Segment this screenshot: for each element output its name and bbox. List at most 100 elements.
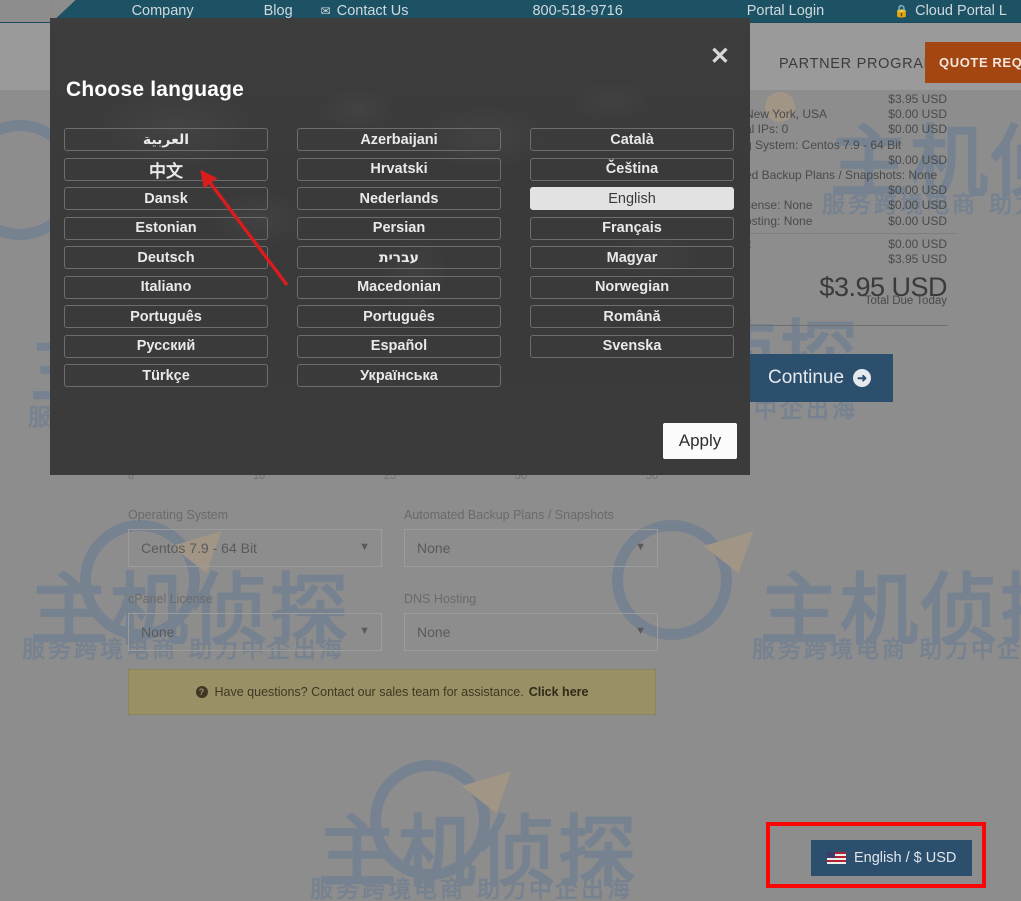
summary-row-amount: $0.00 USD <box>888 198 947 213</box>
language-option-norwegian[interactable]: Norwegian <box>530 275 734 299</box>
apply-button[interactable]: Apply <box>663 423 737 459</box>
configuration-form: Operating System Centos 7.9 - 64 Bit ▼ c… <box>128 508 658 651</box>
summary-row: $0.00 USD <box>745 153 957 168</box>
summary-row-label: cense: None <box>745 199 813 213</box>
language-option-portugues[interactable]: Português <box>64 305 268 328</box>
summary-row-amount: $0.00 USD <box>888 183 947 198</box>
summary-row-label: al IPs: 0 <box>745 123 789 137</box>
language-option-chinese[interactable]: 中文 <box>64 157 268 182</box>
language-option-portugues-br[interactable]: Português <box>297 305 501 328</box>
summary-row-label: g System: Centos 7.9 - 64 Bit <box>745 138 902 152</box>
form-column-left: Operating System Centos 7.9 - 64 Bit ▼ c… <box>128 508 382 651</box>
operating-system-select[interactable]: Centos 7.9 - 64 Bit ▼ <box>128 529 382 567</box>
language-option-estonian[interactable]: Estonian <box>64 216 268 240</box>
language-option-magyar[interactable]: Magyar <box>530 246 734 269</box>
summary-row-amount: $0.00 USD <box>888 122 947 137</box>
language-option-persian[interactable]: Persian <box>297 216 501 240</box>
dns-hosting-select[interactable]: None ▼ <box>404 613 658 651</box>
language-currency-label: English / $ USD <box>854 850 957 866</box>
summary-row-label: New York, USA <box>745 108 828 122</box>
summary-row-amount: $3.95 USD <box>888 252 947 267</box>
close-icon[interactable]: ✕ <box>710 45 730 69</box>
summary-row-label: ed Backup Plans / Snapshots: None <box>745 169 938 183</box>
language-option-turkce[interactable]: Türkçe <box>64 364 268 387</box>
language-option-hrvatski[interactable]: Hrvatski <box>297 157 501 181</box>
language-option-macedonian[interactable]: Macedonian <box>297 275 501 299</box>
summary-row: cense: None $0.00 USD <box>745 198 957 213</box>
language-currency-button[interactable]: English / $ USD <box>811 840 973 876</box>
summary-footer-row: t: $0.00 USD <box>745 237 957 252</box>
backup-plans-value: None <box>417 540 451 556</box>
language-option-arabic[interactable]: العربية <box>64 128 268 151</box>
arrow-right-icon: ➜ <box>853 369 872 387</box>
summary-row: g System: Centos 7.9 - 64 Bit <box>745 138 957 153</box>
form-column-right: Automated Backup Plans / Snapshots None … <box>404 508 658 651</box>
language-option-russian[interactable]: Русский <box>64 334 268 358</box>
question-circle-icon: ? <box>195 686 208 698</box>
nav-item-cloud-portal-login[interactable]: 🔒 Cloud Portal L <box>880 0 1021 22</box>
dns-hosting-value: None <box>417 624 451 640</box>
language-currency-annotation-box: English / $ USD <box>766 822 986 888</box>
summary-row-amount: $0.00 USD <box>888 236 947 251</box>
sales-help-banner: ? Have questions? Contact our sales team… <box>128 669 656 715</box>
summary-row: New York, USA $0.00 USD <box>745 107 957 122</box>
page-root: 主机侦探 服务跨境电商 助力中企出海 主机侦探 服务跨境电商 助力中企出海 主机… <box>0 0 1021 901</box>
lock-icon: 🔒 <box>894 4 910 18</box>
summary-bottom-rule <box>750 325 948 326</box>
language-option-english[interactable]: English <box>530 187 734 210</box>
language-option-deutsch[interactable]: Deutsch <box>64 246 268 269</box>
language-option-dansk[interactable]: Dansk <box>64 187 268 210</box>
language-option-catala[interactable]: Català <box>530 128 734 151</box>
summary-row: $3.95 USD <box>745 92 957 107</box>
sales-help-text: Have questions? Contact our sales team f… <box>214 685 524 699</box>
chevron-down-icon: ▼ <box>635 540 646 553</box>
summary-footer-row: $3.95 USD <box>745 252 957 267</box>
partner-program-link[interactable]: PARTNER PROGRAM <box>779 56 936 72</box>
summary-row-amount: $0.00 USD <box>888 213 947 228</box>
language-option-romana[interactable]: Română <box>530 305 734 328</box>
nav-left-spacer <box>0 0 53 22</box>
us-flag-icon <box>827 852 846 864</box>
language-option-nederlands[interactable]: Nederlands <box>297 187 501 210</box>
cpanel-license-value: None <box>141 624 175 640</box>
summary-row-amount: $0.00 USD <box>888 152 947 167</box>
language-option-cestina[interactable]: Čeština <box>530 157 734 181</box>
language-column-1: العربية 中文 Dansk Estonian Deutsch Italia… <box>64 128 268 387</box>
sales-help-link[interactable]: Click here <box>529 685 589 699</box>
summary-row-amount: $3.95 USD <box>888 92 947 106</box>
language-column-3: Català Čeština English Français Magyar N… <box>530 128 734 387</box>
modal-title: Choose language <box>66 78 245 101</box>
backup-plans-select[interactable]: None ▼ <box>404 529 658 567</box>
summary-row: $0.00 USD <box>745 183 957 198</box>
quote-request-button[interactable]: QUOTE REQU <box>925 42 1021 83</box>
summary-total: $3.95 USD <box>819 272 947 303</box>
summary-row: osting: None $0.00 USD <box>745 214 957 229</box>
summary-row-amount: $0.00 USD <box>888 107 947 122</box>
language-option-francais[interactable]: Français <box>530 216 734 240</box>
continue-button-label: Continue <box>767 367 845 388</box>
summary-divider <box>745 232 957 234</box>
summary-row-label: osting: None <box>745 214 813 228</box>
nav-item-label: Portal Login <box>746 3 825 19</box>
cpanel-license-select[interactable]: None ▼ <box>128 613 382 651</box>
language-option-svenska[interactable]: Svenska <box>530 334 734 358</box>
language-option-italiano[interactable]: Italiano <box>64 275 268 299</box>
language-grid: العربية 中文 Dansk Estonian Deutsch Italia… <box>64 128 734 387</box>
language-option-hebrew[interactable]: עברית <box>297 246 501 269</box>
cpanel-license-label: cPanel License <box>128 592 213 606</box>
dns-hosting-label: DNS Hosting <box>404 592 477 606</box>
continue-button[interactable]: Continue ➜ <box>746 354 893 402</box>
order-summary-panel: $3.95 USD New York, USA $0.00 USD al IPs… <box>745 92 957 309</box>
chevron-down-icon: ▼ <box>635 624 646 637</box>
chevron-down-icon: ▼ <box>359 540 370 553</box>
language-option-espanol[interactable]: Español <box>297 334 501 358</box>
backup-plans-label: Automated Backup Plans / Snapshots <box>404 508 614 522</box>
chevron-down-icon: ▼ <box>359 624 370 637</box>
language-column-2: Azerbaijani Hrvatski Nederlands Persian … <box>297 128 501 387</box>
choose-language-modal: ✕ Choose language العربية 中文 Dansk Eston… <box>50 18 750 475</box>
language-option-ukrainian[interactable]: Українська <box>297 364 501 387</box>
language-option-azerbaijani[interactable]: Azerbaijani <box>297 128 501 151</box>
nav-item-label: Cloud Portal L <box>915 3 1007 19</box>
summary-row: al IPs: 0 $0.00 USD <box>745 122 957 137</box>
summary-row: ed Backup Plans / Snapshots: None <box>745 168 957 183</box>
